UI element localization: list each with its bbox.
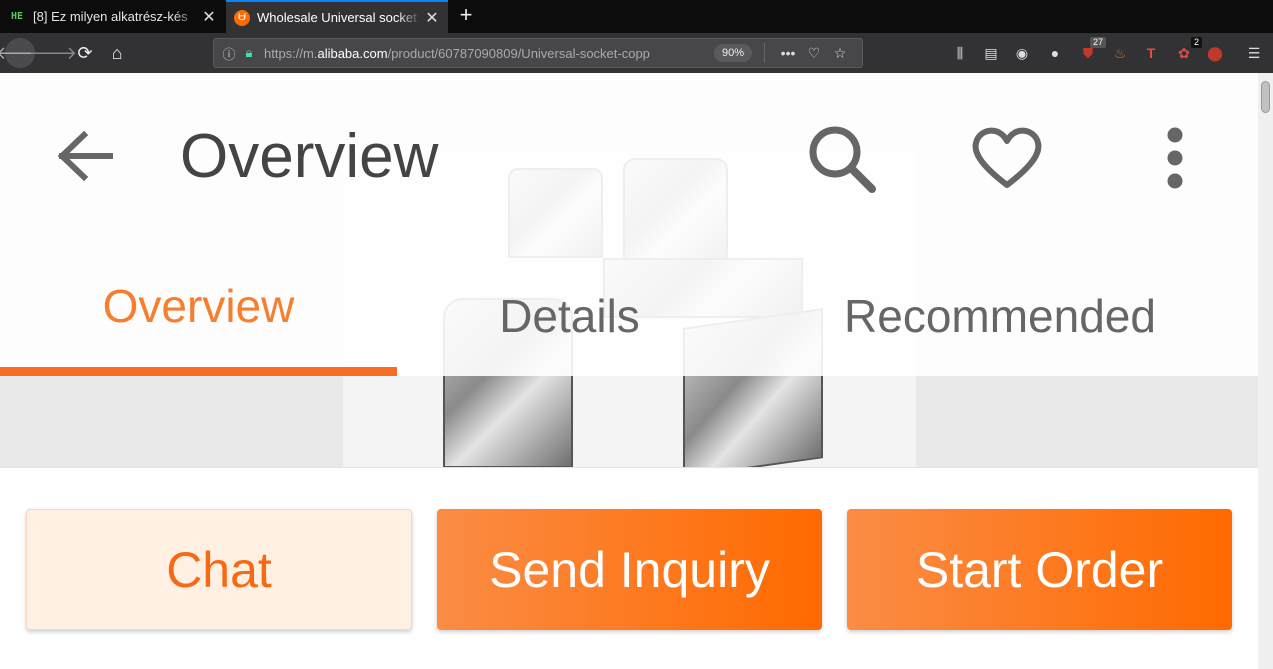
back-arrow-icon[interactable] [50, 123, 116, 189]
send-inquiry-button[interactable]: Send Inquiry [437, 509, 822, 630]
start-order-button[interactable]: Start Order [847, 509, 1232, 630]
home-icon[interactable]: ⌂ [102, 38, 132, 68]
browser-tab-title: Wholesale Universal socket [257, 10, 417, 25]
menu-icon[interactable]: ☰ [1244, 43, 1264, 63]
page-title: Overview [180, 122, 439, 191]
extension-icon[interactable]: ♨ [1110, 43, 1130, 63]
sidebar-icon[interactable]: ▤ [981, 43, 1001, 63]
url-text[interactable]: https://m.alibaba.com/product/6078709080… [264, 46, 704, 61]
bookmark-star-icon[interactable]: ☆ [827, 45, 853, 62]
he-favicon-icon: HE [10, 11, 24, 22]
page-header: Overview [0, 73, 1258, 243]
heart-icon[interactable] [970, 121, 1044, 195]
tab-overview[interactable]: Overview [0, 243, 397, 376]
url-bar[interactable]: ⓘ 🔒︎ https://m.alibaba.com/product/60787… [213, 38, 863, 68]
more-options-icon[interactable] [1138, 121, 1212, 195]
reload-icon[interactable]: ⟳ [70, 38, 100, 68]
pocket-icon[interactable]: ♡ [801, 45, 827, 62]
lock-icon[interactable]: 🔒︎ [240, 45, 258, 61]
close-tab-icon[interactable]: ✕ [422, 8, 442, 28]
extension-icon[interactable]: ◉ [1012, 43, 1032, 63]
browser-nav-bar: 🡐 🡒 ⟳ ⌂ ⓘ 🔒︎ https://m.alibaba.com/produ… [0, 33, 1273, 73]
extension-icon[interactable]: T [1141, 43, 1161, 63]
active-tab-indicator [0, 367, 397, 376]
zoom-indicator[interactable]: 90% [714, 44, 753, 62]
tab-details[interactable]: Details [397, 243, 742, 376]
new-tab-icon[interactable]: + [455, 4, 477, 28]
forward-button[interactable]: 🡒 [29, 38, 77, 68]
close-tab-icon[interactable]: ✕ [199, 7, 219, 27]
browser-tab-1[interactable]: HE [8] Ez milyen alkatrész-kés ✕ [0, 0, 225, 33]
extension-icon[interactable]: ⬤ [1205, 43, 1225, 63]
page-tabs: Overview Details Recommended [0, 243, 1258, 376]
search-icon[interactable] [804, 121, 878, 195]
browser-tab-title: [8] Ez milyen alkatrész-kés [33, 9, 188, 24]
ublock-icon[interactable]: ⛊ 27 [1078, 37, 1106, 63]
chat-button[interactable]: Chat [26, 509, 412, 630]
browser-tab-bar: HE [8] Ez milyen alkatrész-kés ✕ ᗨ Whole… [0, 0, 1273, 33]
scrollbar-track[interactable] [1258, 73, 1273, 669]
ublock-badge: 27 [1089, 37, 1106, 48]
tab-recommended[interactable]: Recommended [742, 243, 1258, 376]
library-icon[interactable]: ⫼ [950, 43, 970, 63]
page-viewport: Overview Overview Details Recommended Ch… [0, 73, 1273, 669]
extension-icon[interactable]: ● [1045, 43, 1065, 63]
scrollbar-thumb[interactable] [1261, 81, 1270, 113]
extension-icon[interactable]: ✿ 2 [1174, 37, 1202, 63]
browser-tab-2[interactable]: ᗨ Wholesale Universal socket ✕ [226, 0, 448, 33]
extension-badge: 2 [1190, 37, 1202, 48]
info-icon[interactable]: ⓘ [218, 44, 240, 63]
page-actions-icon[interactable]: ••• [775, 45, 801, 61]
action-bar: Chat Send Inquiry Start Order [0, 467, 1258, 669]
url-divider [764, 43, 766, 63]
alibaba-favicon-icon: ᗨ [234, 9, 250, 26]
